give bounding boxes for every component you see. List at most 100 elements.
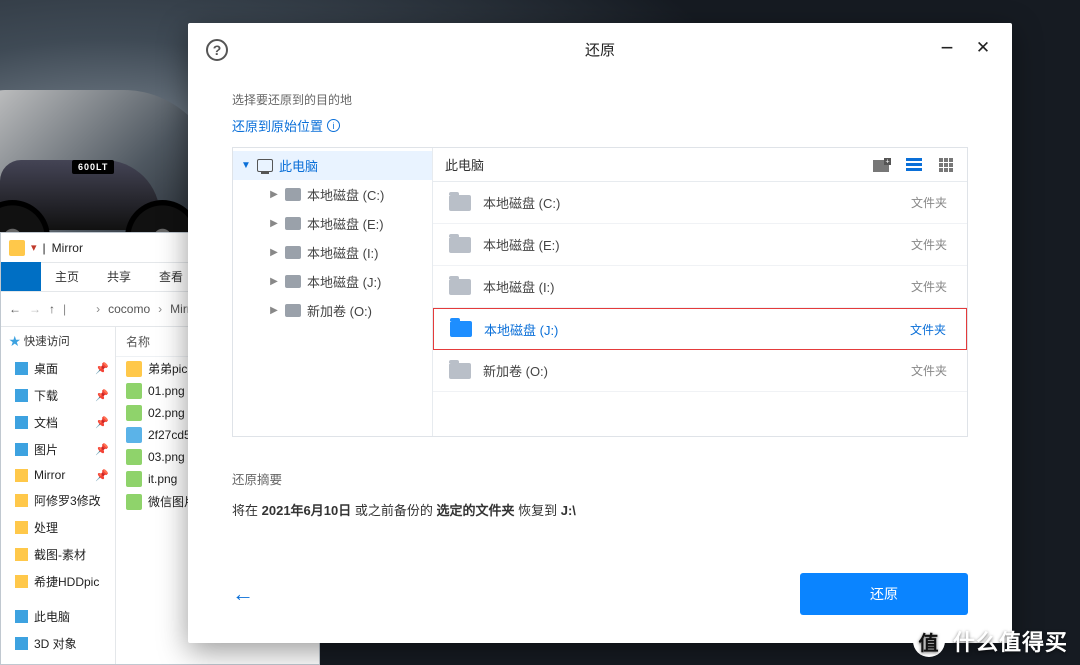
- grid-row[interactable]: 本地磁盘 (C:)文件夹: [433, 182, 967, 224]
- quick-access-header[interactable]: ★ 快速访问: [1, 327, 115, 355]
- dialog-title: 还原: [188, 39, 1012, 60]
- restore-summary: 还原摘要 将在 2021年6月10日 或之前备份的 选定的文件夹 恢复到 J:\: [232, 469, 968, 519]
- sidebar-item[interactable]: 此电脑: [1, 603, 115, 630]
- grid-header-label: 此电脑: [445, 155, 484, 174]
- png-icon: [126, 405, 142, 421]
- sidebar-item[interactable]: Mirror📌: [1, 463, 115, 487]
- grid-row-selected[interactable]: 本地磁盘 (J:)文件夹: [433, 308, 967, 350]
- pin-icon: 📌: [95, 389, 109, 402]
- caret-right-icon[interactable]: ▶: [269, 189, 279, 200]
- watermark-icon: 值: [913, 625, 945, 657]
- restore-button[interactable]: 还原: [800, 573, 968, 615]
- new-folder-icon[interactable]: +: [873, 156, 891, 174]
- sidebar-item[interactable]: 图片📌: [1, 436, 115, 463]
- folder-icon: [126, 361, 142, 377]
- computer-icon: [257, 159, 273, 172]
- sidebar-item[interactable]: 希捷HDDpic: [1, 568, 115, 595]
- image-icon: [126, 427, 142, 443]
- tab-share[interactable]: 共享: [93, 260, 145, 291]
- caret-right-icon[interactable]: ▶: [269, 247, 279, 258]
- sidebar-item[interactable]: 处理: [1, 514, 115, 541]
- folder-icon: [74, 302, 88, 316]
- dialog-titlebar: ? 还原 − ✕: [188, 23, 1012, 77]
- caret-right-icon[interactable]: ▶: [269, 218, 279, 229]
- nav-back-icon[interactable]: ←: [9, 302, 21, 316]
- grid-header: 此电脑 +: [433, 148, 967, 182]
- documents-icon: [15, 416, 28, 429]
- folder-icon: [450, 321, 472, 337]
- folder-grid: 此电脑 + 本地磁盘 (C:)文件夹 本地磁盘 (E:)文件夹 本地磁盘 (I:…: [433, 148, 967, 436]
- restore-original-link[interactable]: 还原到原始位置 i: [232, 116, 968, 135]
- dialog-subtitle: 选择要还原到的目的地: [232, 91, 968, 108]
- sidebar-item[interactable]: 文档📌: [1, 409, 115, 436]
- location-browser: ▼ 此电脑 ▶本地磁盘 (C:) ▶本地磁盘 (E:) ▶本地磁盘 (I:) ▶…: [232, 147, 968, 437]
- png-icon: [126, 494, 142, 510]
- summary-text: 将在 2021年6月10日 或之前备份的 选定的文件夹 恢复到 J:\: [232, 500, 968, 519]
- tab-home[interactable]: 主页: [41, 260, 93, 291]
- desktop-icon: [15, 362, 28, 375]
- folder-icon: [285, 217, 301, 230]
- tree-item[interactable]: ▶本地磁盘 (C:): [233, 180, 432, 209]
- png-icon: [126, 383, 142, 399]
- pc-icon: [15, 610, 28, 623]
- pin-icon: 📌: [95, 443, 109, 456]
- folder-icon: [449, 363, 471, 379]
- sidebar-item[interactable]: 视频: [1, 657, 115, 664]
- sidebar-item[interactable]: 阿修罗3修改: [1, 487, 115, 514]
- minimize-button[interactable]: −: [930, 31, 964, 65]
- watermark: 值 什么值得买: [913, 625, 1068, 657]
- pictures-icon: [15, 443, 28, 456]
- folder-tree[interactable]: ▼ 此电脑 ▶本地磁盘 (C:) ▶本地磁盘 (E:) ▶本地磁盘 (I:) ▶…: [233, 148, 433, 436]
- folder-icon: [285, 188, 301, 201]
- restore-dialog: ? 还原 − ✕ 选择要还原到的目的地 还原到原始位置 i ▼ 此电脑 ▶本地磁…: [188, 23, 1012, 643]
- explorer-title: Mirror: [52, 241, 83, 255]
- tree-item[interactable]: ▶新加卷 (O:): [233, 296, 432, 325]
- help-icon[interactable]: ?: [206, 39, 228, 61]
- tree-item[interactable]: ▶本地磁盘 (E:): [233, 209, 432, 238]
- svg-text:+: +: [885, 158, 889, 165]
- caret-right-icon[interactable]: ▶: [269, 305, 279, 316]
- pin-icon: 📌: [95, 362, 109, 375]
- breadcrumb-part[interactable]: cocomo: [108, 302, 150, 316]
- folder-icon: [285, 304, 301, 317]
- close-button[interactable]: ✕: [966, 31, 1000, 65]
- sidebar-item[interactable]: 下载📌: [1, 382, 115, 409]
- grid-row[interactable]: 本地磁盘 (I:)文件夹: [433, 266, 967, 308]
- info-icon[interactable]: i: [327, 119, 340, 132]
- explorer-flag-icon: ▾: [31, 241, 37, 254]
- caret-right-icon[interactable]: ▶: [269, 276, 279, 287]
- sidebar-item[interactable]: 桌面📌: [1, 355, 115, 382]
- sidebar-item[interactable]: 3D 对象: [1, 630, 115, 657]
- caret-down-icon[interactable]: ▼: [241, 160, 251, 171]
- folder-icon: [285, 246, 301, 259]
- car-badge: 600LT: [72, 160, 114, 174]
- folder-icon: [15, 494, 28, 507]
- tree-root[interactable]: ▼ 此电脑: [233, 151, 432, 180]
- pin-icon: 📌: [95, 469, 109, 482]
- sidebar-item[interactable]: 截图-素材: [1, 541, 115, 568]
- 3d-icon: [15, 637, 28, 650]
- pin-icon: 📌: [95, 416, 109, 429]
- grid-row[interactable]: 新加卷 (O:)文件夹: [433, 350, 967, 392]
- view-list-icon[interactable]: [905, 156, 923, 174]
- png-icon: [126, 449, 142, 465]
- folder-icon: [15, 521, 28, 534]
- nav-fwd-icon: →: [29, 302, 41, 316]
- nav-up-icon[interactable]: ↑: [49, 302, 55, 316]
- explorer-sidebar: ★ 快速访问 桌面📌 下载📌 文档📌 图片📌 Mirror📌 阿修罗3修改 处理…: [1, 327, 116, 664]
- folder-icon: [285, 275, 301, 288]
- download-icon: [15, 389, 28, 402]
- png-icon: [126, 471, 142, 487]
- tab-file[interactable]: [1, 262, 41, 291]
- folder-icon: [15, 548, 28, 561]
- folder-icon: [449, 237, 471, 253]
- tree-item[interactable]: ▶本地磁盘 (J:): [233, 267, 432, 296]
- folder-icon: [449, 195, 471, 211]
- folder-icon: [9, 240, 25, 256]
- folder-icon: [15, 469, 28, 482]
- folder-icon: [449, 279, 471, 295]
- grid-row[interactable]: 本地磁盘 (E:)文件夹: [433, 224, 967, 266]
- back-button[interactable]: ←: [232, 581, 254, 607]
- view-grid-icon[interactable]: [937, 156, 955, 174]
- tree-item[interactable]: ▶本地磁盘 (I:): [233, 238, 432, 267]
